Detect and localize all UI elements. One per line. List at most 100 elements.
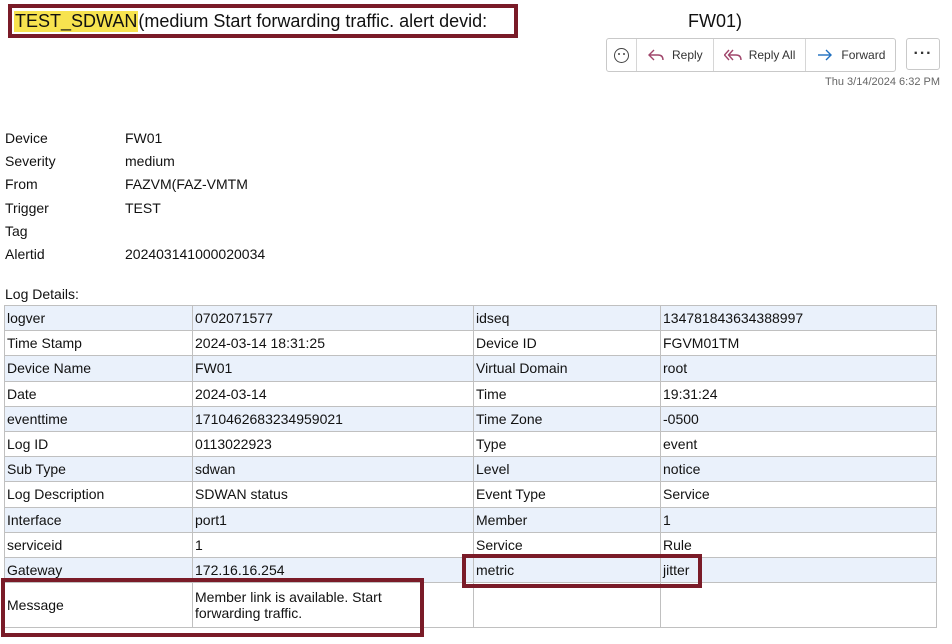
reply-label: Reply: [672, 48, 703, 62]
received-datetime: Thu 3/14/2024 6:32 PM: [825, 76, 940, 88]
smiley-icon: [614, 47, 629, 63]
table-cell: sdwan: [192, 456, 474, 483]
table-cell: Level: [473, 456, 661, 483]
table-cell: Event Type: [473, 481, 661, 508]
subject-highlight: TEST_SDWAN: [14, 10, 139, 32]
table-cell: Gateway: [4, 556, 193, 584]
table-cell-empty: [660, 582, 937, 629]
table-cell: FGVM01TM: [660, 330, 937, 357]
table-cell: SDWAN status: [192, 481, 474, 508]
field-value: TEST: [125, 199, 161, 216]
emoji-button[interactable]: [607, 39, 637, 71]
field-label: Severity: [5, 152, 56, 169]
table-row: Date 2024-03-14 Time 19:31:24: [4, 380, 937, 407]
table-cell: Service: [473, 531, 661, 558]
table-row: Interface port1 Member 1: [4, 506, 937, 533]
table-cell: logver: [4, 304, 193, 332]
message-value-cell: Member link is available. Start forwardi…: [192, 582, 474, 629]
forward-arrow-icon: [818, 49, 833, 61]
field-row-tag: Tag: [5, 219, 265, 242]
field-row-from: From FAZVM(FAZ-VMTM: [5, 173, 265, 196]
message-label-cell: Message: [4, 582, 193, 629]
table-cell: 134781843634388997: [660, 304, 937, 332]
table-cell: idseq: [473, 304, 661, 332]
table-cell-empty: [473, 582, 661, 629]
table-cell: 1710462683234959021: [192, 405, 474, 432]
field-label: From: [5, 176, 38, 193]
subject-tail: FW01): [688, 11, 742, 31]
table-cell: Interface: [4, 506, 193, 533]
table-cell: -0500: [660, 405, 937, 432]
table-cell: Time Stamp: [4, 330, 193, 357]
table-cell: 2024-03-14: [192, 380, 474, 407]
field-row-trigger: Trigger TEST: [5, 196, 265, 219]
table-cell: FW01: [192, 355, 474, 382]
table-cell: Type: [473, 430, 661, 458]
table-cell: port1: [192, 506, 474, 533]
table-cell: 2024-03-14 18:31:25: [192, 330, 474, 357]
table-row: Log ID 0113022923 Type event: [4, 430, 937, 458]
table-cell: 172.16.16.254: [192, 556, 474, 584]
log-details-table: logver 0702071577 idseq 1347818436343889…: [4, 304, 937, 629]
field-row-device: Device FW01: [5, 126, 265, 149]
field-value: FAZVM(FAZ-VMTM: [125, 176, 248, 193]
field-label: Trigger: [5, 199, 49, 216]
subject-text: (medium Start forwarding traffic. alert …: [138, 10, 488, 31]
message-line: forwarding traffic.: [195, 605, 303, 622]
table-cell: 1: [192, 531, 474, 558]
table-cell: Log Description: [4, 481, 193, 508]
table-row: Log Description SDWAN status Event Type …: [4, 481, 937, 508]
table-row: logver 0702071577 idseq 1347818436343889…: [4, 304, 937, 332]
table-cell: Service: [660, 481, 937, 508]
reply-all-label: Reply All: [748, 48, 796, 62]
table-cell: 1: [660, 506, 937, 533]
table-row: Time Stamp 2024-03-14 18:31:25 Device ID…: [4, 330, 937, 357]
field-label: Device: [5, 129, 48, 146]
table-cell: Log ID: [4, 430, 193, 458]
table-cell: Member: [473, 506, 661, 533]
more-actions-button[interactable]: ···: [906, 38, 940, 70]
email-reading-pane: TEST_SDWAN (medium Start forwarding traf…: [0, 0, 952, 644]
more-icon: ···: [913, 45, 933, 62]
subject-line: TEST_SDWAN (medium Start forwarding traf…: [8, 4, 518, 38]
field-row-alertid: Alertid 202403141000020034: [5, 242, 265, 265]
metric-value-cell: jitter: [660, 556, 937, 584]
table-cell: Device ID: [473, 330, 661, 357]
field-row-severity: Severity medium: [5, 149, 265, 172]
table-row: Gateway 172.16.16.254 metric jitter: [4, 556, 937, 584]
table-cell: 0113022923: [192, 430, 474, 458]
table-row: Device Name FW01 Virtual Domain root: [4, 355, 937, 382]
metric-label-cell: metric: [473, 556, 661, 584]
table-cell: Date: [4, 380, 193, 407]
field-label: Alertid: [5, 246, 45, 263]
table-cell: serviceid: [4, 531, 193, 558]
table-cell: Sub Type: [4, 456, 193, 483]
field-value: FW01: [125, 129, 163, 146]
log-details-title: Log Details:: [5, 286, 79, 302]
reply-all-icon: [723, 49, 742, 61]
forward-label: Forward: [841, 48, 886, 62]
alert-fields: Device FW01 Severity medium From FAZVM(F…: [5, 126, 265, 266]
field-value: medium: [125, 152, 175, 169]
reply-icon: [648, 49, 664, 61]
field-label: Tag: [5, 222, 28, 239]
message-action-toolbar: Reply Reply All Forward: [606, 38, 897, 72]
reply-button[interactable]: Reply: [637, 39, 714, 71]
table-cell: Time Zone: [473, 405, 661, 432]
table-cell: event: [660, 430, 937, 458]
table-cell: 0702071577: [192, 304, 474, 332]
table-cell: Device Name: [4, 355, 193, 382]
table-cell: Virtual Domain: [473, 355, 661, 382]
table-row: Sub Type sdwan Level notice: [4, 456, 937, 483]
forward-button[interactable]: Forward: [806, 39, 895, 71]
reply-all-button[interactable]: Reply All: [714, 39, 807, 71]
table-cell: 19:31:24: [660, 380, 937, 407]
message-line: Member link is available. Start: [195, 589, 382, 606]
table-row: serviceid 1 Service Rule: [4, 531, 937, 558]
table-cell: Time: [473, 380, 661, 407]
table-cell: Rule: [660, 531, 937, 558]
table-row: eventtime 1710462683234959021 Time Zone …: [4, 405, 937, 432]
message-row: Message Member link is available. Start …: [4, 582, 937, 629]
table-cell: notice: [660, 456, 937, 483]
field-value: 202403141000020034: [125, 246, 266, 263]
